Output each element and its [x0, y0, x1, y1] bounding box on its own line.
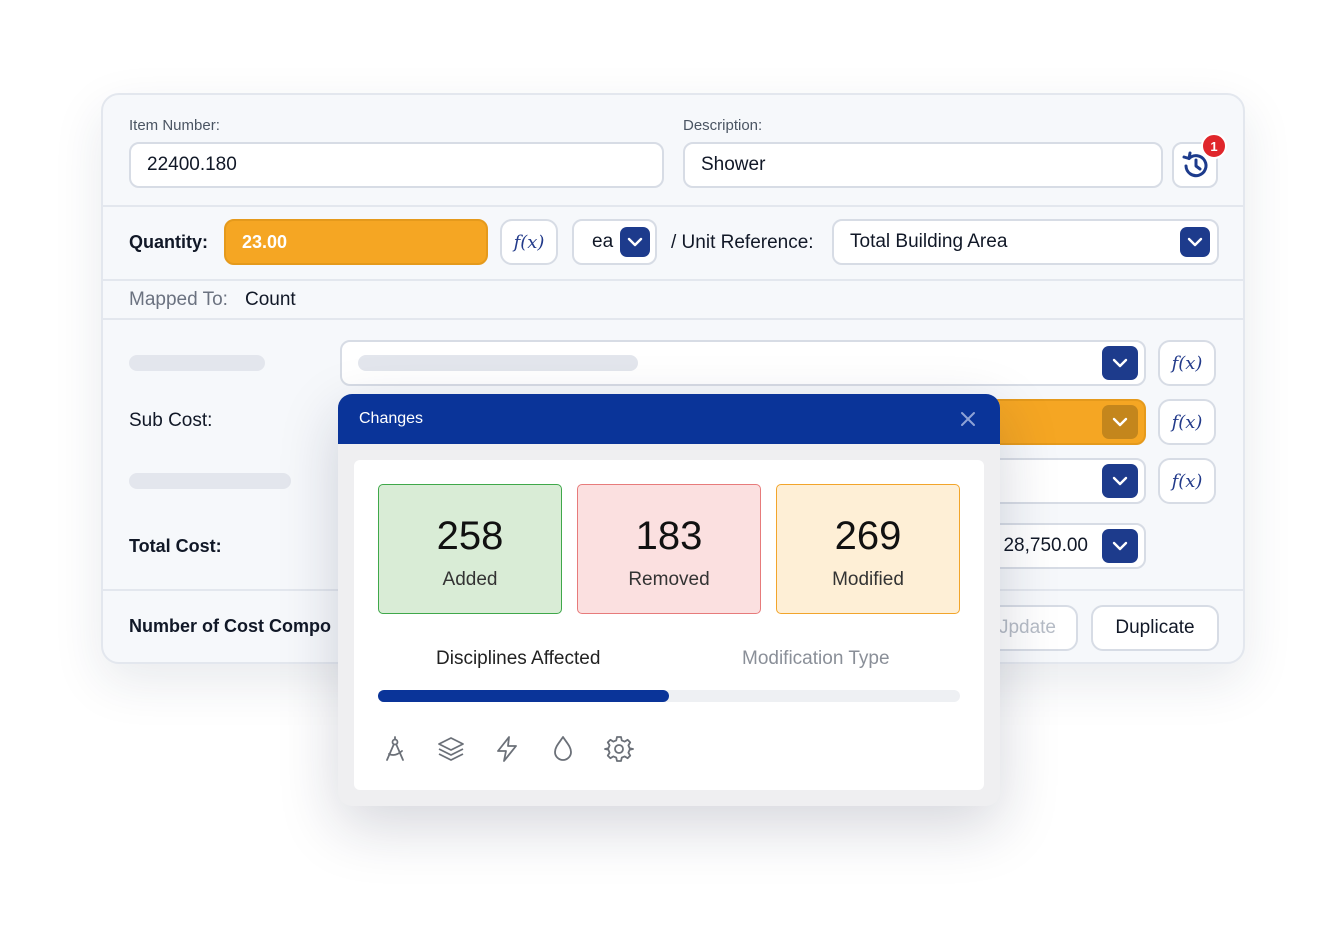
quantity-input[interactable]: 23.00 — [224, 219, 488, 265]
total-cost-value: 28,750.00 — [1003, 535, 1088, 556]
sub-cost-label: Sub Cost: — [129, 410, 213, 431]
stat-value: 258 — [436, 513, 504, 558]
popup-title: Changes — [359, 410, 424, 427]
description-label: Description: — [683, 117, 763, 134]
chevron-down-icon — [1102, 529, 1138, 563]
layers-icon[interactable] — [436, 734, 466, 764]
cost-fx-button-3[interactable]: f(x) — [1158, 458, 1216, 504]
skeleton-label — [129, 473, 291, 489]
chevron-down-icon — [1102, 405, 1138, 439]
skeleton-value — [358, 355, 638, 371]
tab-modification-type[interactable]: Modification Type — [742, 648, 890, 670]
unit-reference-select[interactable]: Total Building Area — [832, 219, 1219, 265]
unit-value: ea — [592, 231, 614, 252]
stat-modified: 269 Modified — [776, 484, 960, 614]
compass-icon[interactable] — [380, 734, 410, 764]
close-icon[interactable] — [958, 409, 978, 429]
tab-progress-track — [378, 690, 960, 702]
tab-progress-fill — [378, 690, 669, 702]
cost-fx-button-1[interactable]: f(x) — [1158, 340, 1216, 386]
skeleton-label — [129, 355, 265, 371]
divider — [103, 279, 1243, 281]
stat-added: 258 Added — [378, 484, 562, 614]
unit-reference-value: Total Building Area — [850, 231, 1008, 252]
stat-value: 183 — [635, 513, 703, 558]
stat-value: 269 — [834, 513, 902, 558]
mapped-to-value: Count — [245, 289, 296, 310]
changes-popup: Changes 258 Added 183 Removed 269 Modifi… — [338, 394, 1000, 806]
quantity-label: Quantity: — [129, 232, 208, 252]
stat-label: Added — [442, 568, 498, 590]
duplicate-button[interactable]: Duplicate — [1091, 605, 1219, 651]
stat-label: Modified — [832, 568, 904, 590]
unit-reference-label: / Unit Reference: — [671, 232, 814, 253]
cost-fx-button-2[interactable]: f(x) — [1158, 399, 1216, 445]
item-number-input[interactable]: 22400.180 — [129, 142, 664, 188]
mapped-to-label: Mapped To: — [129, 289, 228, 310]
popup-body: 258 Added 183 Removed 269 Modified Disci… — [354, 460, 984, 790]
popup-header: Changes — [338, 394, 1000, 444]
chevron-down-icon — [1102, 464, 1138, 498]
total-cost-label: Total Cost: — [129, 536, 222, 556]
history-button[interactable]: 1 — [1172, 133, 1227, 188]
unit-select[interactable]: ea — [572, 219, 657, 265]
stat-removed: 183 Removed — [577, 484, 761, 614]
divider — [103, 318, 1243, 320]
item-number-label: Item Number: — [129, 117, 220, 134]
tab-disciplines-affected[interactable]: Disciplines Affected — [436, 648, 600, 670]
chevron-down-icon — [620, 227, 650, 257]
stat-label: Removed — [628, 568, 710, 590]
droplet-icon[interactable] — [548, 734, 578, 764]
cost-components-label: Number of Cost Compo — [129, 616, 331, 636]
quantity-fx-button[interactable]: f(x) — [500, 219, 558, 265]
lightning-icon[interactable] — [492, 734, 522, 764]
gear-icon[interactable] — [604, 734, 634, 764]
chevron-down-icon — [1102, 346, 1138, 380]
description-input[interactable]: Shower — [683, 142, 1163, 188]
history-badge: 1 — [1201, 133, 1227, 159]
chevron-down-icon — [1180, 227, 1210, 257]
cost-select-1[interactable] — [340, 340, 1146, 386]
divider — [103, 205, 1243, 207]
